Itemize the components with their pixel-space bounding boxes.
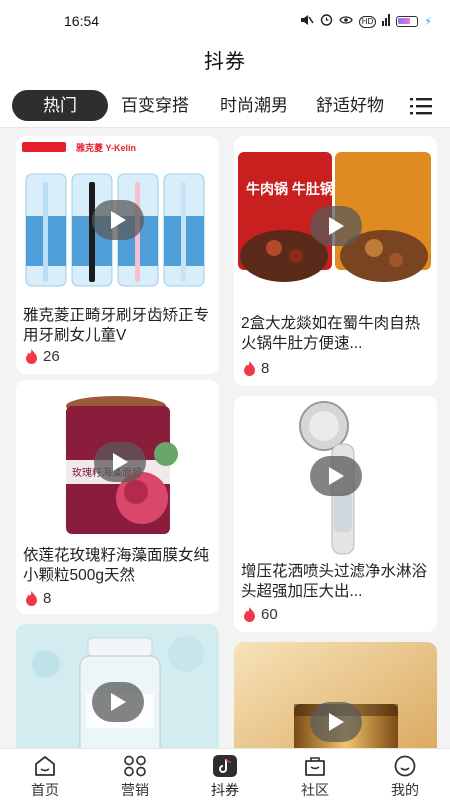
grid-icon — [124, 755, 146, 777]
tab-mens-fashion[interactable]: 时尚潮男 — [220, 90, 288, 121]
status-time: 16:54 — [64, 13, 100, 29]
like-count: 8 — [243, 360, 269, 377]
like-count: 60 — [243, 606, 278, 623]
play-icon — [113, 453, 128, 471]
product-title[interactable]: 2盒大龙燚如在蜀牛肉自热火锅牛肚方便速... — [241, 314, 431, 354]
play-video-button[interactable] — [310, 456, 362, 496]
play-video-button[interactable] — [92, 200, 144, 240]
profile-icon — [394, 755, 416, 777]
category-menu-icon[interactable] — [410, 97, 432, 115]
nav-marketing[interactable]: 营销 — [90, 749, 180, 800]
alarm-icon — [320, 13, 333, 30]
flame-icon — [26, 349, 37, 364]
eye-icon — [338, 15, 353, 29]
tab-outfits[interactable]: 百变穿搭 — [121, 90, 189, 121]
hd-icon: HD — [358, 15, 377, 28]
community-icon — [305, 757, 325, 776]
nav-label: 首页 — [31, 782, 59, 798]
product-feed[interactable]: 雅克菱 Y-Kelin 雅克菱正畸牙刷牙齿矫正专用牙刷女儿童V 26 牛肉锅 牛… — [0, 128, 450, 748]
battery-icon — [396, 16, 419, 27]
play-icon — [111, 211, 126, 229]
nav-label: 抖券 — [211, 782, 239, 798]
status-icons: HD ⚡ — [300, 13, 432, 30]
product-card[interactable] — [234, 642, 437, 748]
like-count: 8 — [25, 590, 51, 607]
mute-icon — [300, 14, 314, 30]
play-icon — [329, 467, 344, 485]
nav-community[interactable]: 社区 — [270, 749, 360, 800]
product-title[interactable]: 依莲花玫瑰籽海藻面膜女纯小颗粒500g天然 — [23, 546, 213, 586]
tab-hot[interactable]: 热门 — [12, 90, 108, 121]
product-title[interactable]: 增压花洒喷头过滤净水淋浴头超强加压大出... — [241, 562, 431, 602]
page-title: 抖券 — [204, 51, 246, 73]
nav-home[interactable]: 首页 — [0, 749, 90, 800]
product-card[interactable]: 雅克菱 Y-Kelin 雅克菱正畸牙刷牙齿矫正专用牙刷女儿童V 26 — [16, 136, 219, 374]
bottom-nav: 首页 营销 抖券 社区 我的 — [0, 748, 450, 800]
product-card[interactable]: 牛肉锅 牛肚锅 2盒大龙燚如在蜀牛肉自热火锅牛肚方便速... 8 — [234, 136, 437, 386]
play-video-button[interactable] — [310, 206, 362, 246]
like-count-value: 8 — [43, 590, 52, 607]
like-count: 26 — [25, 348, 60, 365]
page-header: 抖券 — [0, 40, 450, 84]
tab-comfort-goods[interactable]: 舒适好物 — [316, 90, 384, 121]
product-card[interactable] — [16, 624, 219, 748]
like-count-value: 26 — [43, 348, 60, 365]
flame-icon — [26, 591, 37, 606]
flame-icon — [244, 361, 255, 376]
like-count-value: 60 — [261, 606, 278, 623]
play-video-button[interactable] — [310, 702, 362, 742]
play-video-button[interactable] — [94, 442, 146, 482]
package-text: 牛肉锅 牛肚锅 — [246, 181, 334, 197]
nav-label: 营销 — [121, 782, 149, 798]
nav-profile[interactable]: 我的 — [360, 749, 450, 800]
play-icon — [329, 217, 344, 235]
home-icon — [35, 756, 55, 776]
nav-label: 社区 — [301, 782, 329, 798]
product-card[interactable]: 玫瑰籽海藻面膜 依莲花玫瑰籽海藻面膜女纯小颗粒500g天然 8 — [16, 380, 219, 614]
play-icon — [111, 693, 126, 711]
play-icon — [329, 713, 344, 731]
nav-douquan[interactable]: 抖券 — [180, 749, 270, 800]
status-bar: 16:54 HD ⚡ — [0, 0, 450, 40]
charging-icon: ⚡ — [424, 15, 432, 28]
play-video-button[interactable] — [92, 682, 144, 722]
product-card[interactable]: 增压花洒喷头过滤净水淋浴头超强加压大出... 60 — [234, 396, 437, 632]
nav-label: 我的 — [391, 782, 419, 798]
like-count-value: 8 — [261, 360, 270, 377]
product-title[interactable]: 雅克菱正畸牙刷牙齿矫正专用牙刷女儿童V — [23, 306, 213, 346]
category-tabs: 热门 百变穿搭 时尚潮男 舒适好物 — [0, 84, 450, 128]
douyin-icon — [213, 755, 237, 777]
signal-icon — [382, 13, 391, 30]
brand-logo-text: 雅克菱 Y-Kelin — [75, 142, 136, 153]
flame-icon — [244, 607, 255, 622]
